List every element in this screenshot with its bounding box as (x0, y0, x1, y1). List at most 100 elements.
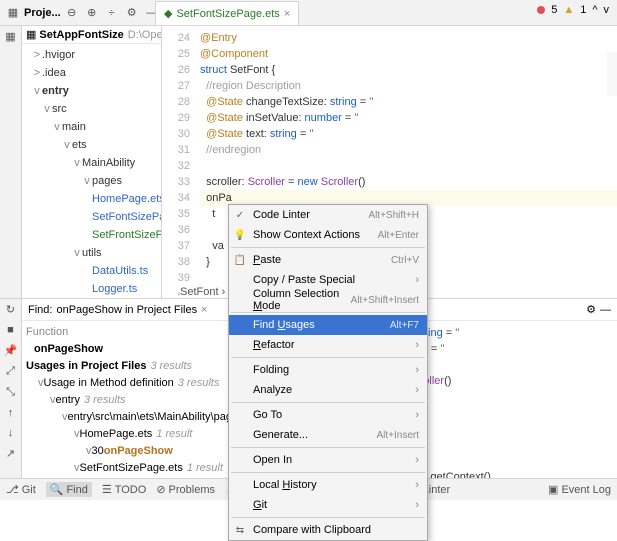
error-count: 5 (551, 4, 557, 16)
tree-arrow-icon[interactable]: v (52, 121, 62, 133)
tree-item[interactable]: HomePage.ets (22, 190, 161, 208)
tree-item[interactable]: DataUtils.ts (22, 262, 161, 280)
find-node[interactable]: v entry3 results (26, 391, 247, 408)
bottom-tab[interactable]: ⎇Git (6, 482, 36, 497)
tree-arrow-icon[interactable]: v (82, 175, 92, 187)
expand-icon[interactable]: ⊕ (83, 4, 101, 22)
tree-item[interactable]: SetFrontSizeP (22, 226, 161, 244)
tree-label: ets (72, 139, 87, 151)
editor-scrollbar[interactable] (607, 52, 617, 96)
tree-item[interactable]: ventry (22, 82, 161, 100)
expand-all-icon[interactable]: ⤢ (6, 365, 15, 378)
find-node-label: entry\src\main\ets\MainAbility\pages (68, 411, 244, 423)
bottom-tab[interactable]: 🔍Find (46, 482, 92, 497)
tree-item[interactable]: SetFontSizePa (22, 208, 161, 226)
tree-item[interactable]: vsrc (22, 100, 161, 118)
tree-item[interactable]: vpages (22, 172, 161, 190)
collapse-icon[interactable]: ⊖ (63, 4, 81, 22)
project-tab-icon[interactable]: ▦ (4, 4, 22, 22)
tree-arrow-icon[interactable]: v (42, 103, 52, 115)
bottom-tab-icon: 🔍 (50, 483, 64, 496)
menu-item[interactable]: Refactor› (229, 335, 427, 355)
close-icon[interactable]: × (284, 8, 290, 20)
menu-item[interactable]: Local History› (229, 475, 427, 495)
find-hide-icon[interactable]: — (600, 304, 611, 316)
menu-item[interactable]: Git› (229, 495, 427, 515)
pin-icon[interactable]: 📌 (4, 344, 18, 357)
tree-label: .hvigor (42, 49, 75, 61)
menu-item[interactable]: Generate...Alt+Insert (229, 425, 427, 445)
menu-item[interactable]: ⇆Compare with Clipboard (229, 520, 427, 540)
warning-count: 1 (580, 4, 586, 16)
menu-item[interactable]: Go To› (229, 405, 427, 425)
collapse-all-icon[interactable]: ⤡ (6, 386, 15, 399)
menu-item[interactable]: Find UsagesAlt+F7 (229, 315, 427, 335)
find-gear-icon[interactable]: ⚙ (586, 303, 596, 316)
tree-item[interactable]: vutils (22, 244, 161, 262)
find-title[interactable]: onPageShow in Project Files (56, 304, 197, 316)
find-node[interactable]: v entry\src\main\ets\MainAbility\pages (26, 408, 247, 425)
find-tab-close-icon[interactable]: × (201, 304, 207, 316)
find-root[interactable]: Usages in Project Files (26, 360, 146, 372)
prev-icon[interactable]: ↑ (8, 407, 14, 419)
tree-arrow-icon[interactable]: v (62, 139, 72, 151)
prev-highlight-icon[interactable]: ^ (592, 4, 597, 16)
tree-item[interactable]: vmain (22, 118, 161, 136)
menu-shortcut: Alt+F7 (390, 320, 419, 331)
menu-shortcut: Alt+Insert (376, 430, 419, 441)
next-highlight-icon[interactable]: v (604, 4, 610, 16)
tree-item[interactable]: >.idea (22, 64, 161, 82)
menu-item[interactable]: Analyze› (229, 380, 427, 400)
project-root-name[interactable]: SetAppFontSize (39, 29, 123, 41)
editor-breadcrumb[interactable]: SetFont › (180, 286, 225, 298)
tree-label: main (62, 121, 86, 133)
find-node-label: Usage in Method definition (44, 377, 174, 389)
tree-item[interactable]: >.hvigor (22, 46, 161, 64)
tree-arrow-icon[interactable]: > (32, 67, 42, 79)
menu-item[interactable]: Copy / Paste Special› (229, 270, 427, 290)
project-tab-label[interactable]: Proje... (24, 7, 61, 19)
project-root-path: D:\OpenHarmonyS (128, 29, 162, 41)
rerun-icon[interactable]: ↻ (6, 303, 15, 316)
export-icon[interactable]: ↗ (6, 447, 15, 460)
find-node-label: entry (56, 394, 80, 406)
menu-item[interactable]: 💡Show Context ActionsAlt+Enter (229, 225, 427, 245)
bottom-tab-icon: ☰ (102, 483, 112, 496)
gear-icon[interactable]: ⚙ (123, 4, 141, 22)
project-tree[interactable]: >.hvigor>.ideaventryvsrcvmainvetsvMainAb… (22, 44, 161, 298)
find-node[interactable]: v 30 onPageShow (26, 442, 247, 459)
find-node[interactable]: v HomePage.ets1 result (26, 425, 247, 442)
stop-icon[interactable]: ■ (7, 324, 14, 336)
function-name: onPageShow (34, 343, 103, 355)
tree-arrow-icon[interactable]: > (32, 49, 42, 61)
find-node[interactable]: v Usage in Method definition3 results (26, 374, 247, 391)
bottom-tab[interactable]: ☰TODO (102, 482, 146, 497)
tree-item[interactable]: vMainAbility (22, 154, 161, 172)
bottom-tab[interactable]: ⊘Problems (156, 482, 215, 497)
divide-icon[interactable]: ÷ (103, 4, 121, 22)
menu-item[interactable]: Folding› (229, 360, 427, 380)
tree-arrow-icon[interactable]: v (32, 85, 42, 97)
next-icon[interactable]: ↓ (8, 427, 14, 439)
error-dot-icon[interactable] (537, 6, 545, 14)
editor-tab[interactable]: ◆ SetFontSizePage.ets × (155, 1, 299, 25)
submenu-arrow-icon: › (415, 454, 419, 466)
tree-arrow-icon[interactable]: v (72, 157, 82, 169)
context-menu[interactable]: ✓Code LinterAlt+Shift+H💡Show Context Act… (228, 204, 428, 541)
event-log-button[interactable]: ▣ Event Log (548, 483, 611, 496)
find-node[interactable]: v SetFontSizePage.ets1 result (26, 459, 247, 476)
tree-item[interactable]: vets (22, 136, 161, 154)
tree-arrow-icon[interactable]: v (72, 247, 82, 259)
menu-item[interactable]: Open In› (229, 450, 427, 470)
find-tree[interactable]: Function onPageShow Usages in Project Fi… (22, 321, 252, 478)
tree-item[interactable]: Logger.ts (22, 280, 161, 298)
project-tool-icon[interactable]: ▦ (5, 30, 15, 43)
menu-item[interactable]: Column Selection ModeAlt+Shift+Insert (229, 290, 427, 310)
event-log-icon: ▣ (548, 483, 558, 496)
result-count: 1 result (156, 428, 192, 440)
menu-item[interactable]: 📋PasteCtrl+V (229, 250, 427, 270)
warning-icon[interactable]: ▲ (563, 4, 574, 16)
menu-item[interactable]: ✓Code LinterAlt+Shift+H (229, 205, 427, 225)
tree-label: SetFrontSizeP (92, 229, 161, 241)
bottom-tab-icon: ⊘ (156, 483, 165, 496)
